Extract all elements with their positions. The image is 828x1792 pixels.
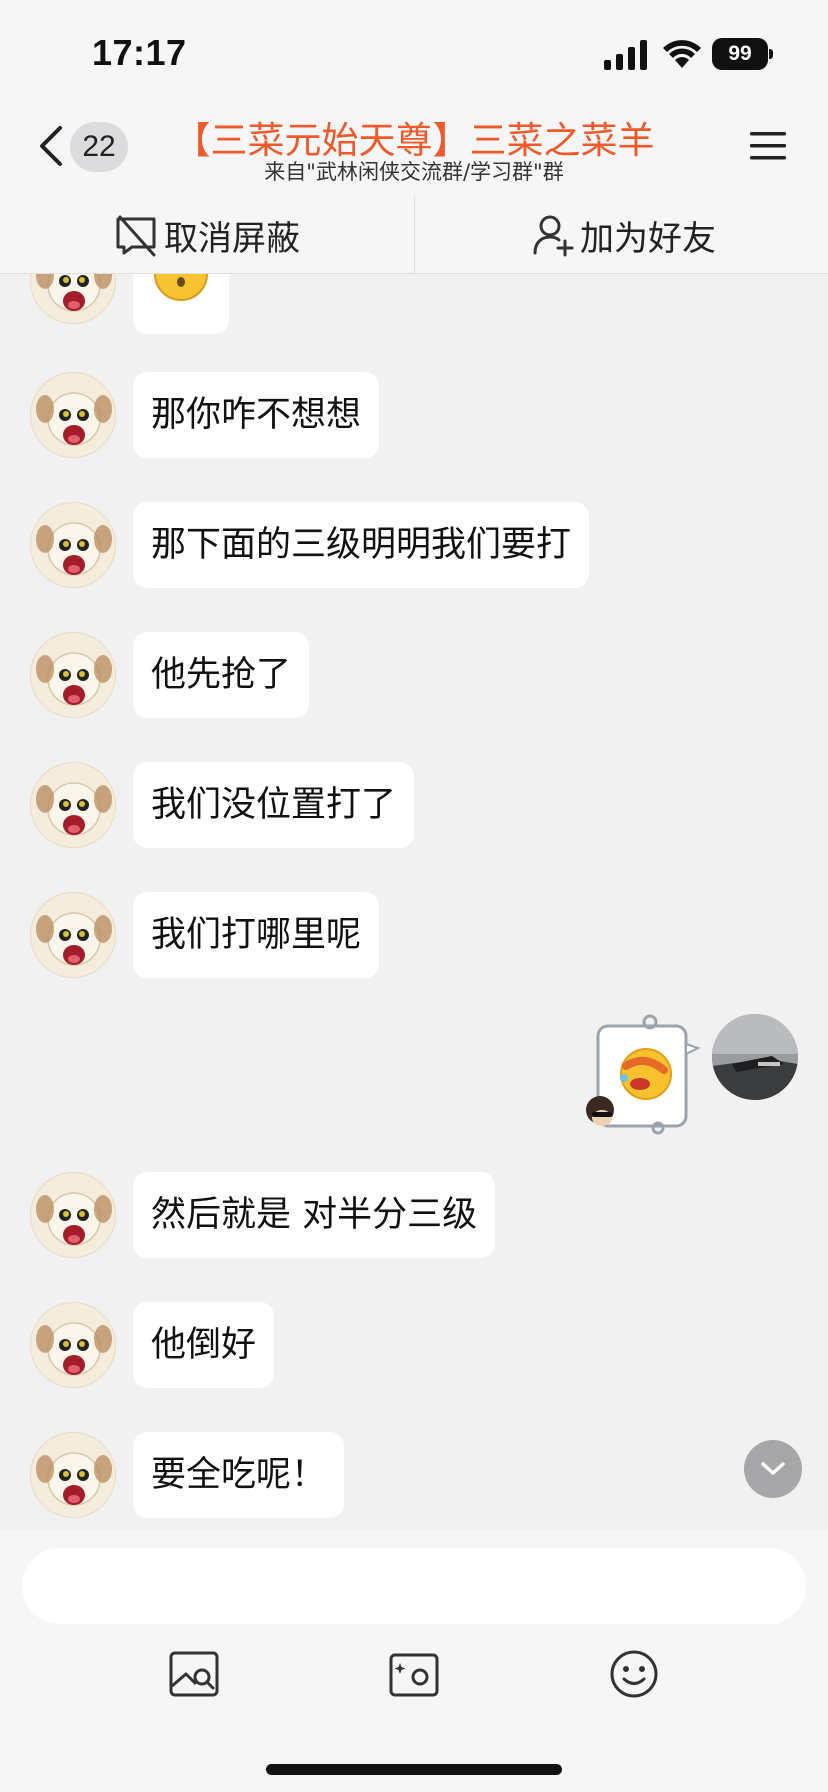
add-friend-icon [533,215,574,257]
landscape-avatar-icon [712,1014,798,1100]
avatar[interactable] [30,632,116,718]
sheep-avatar-icon [31,893,115,977]
message-bubble[interactable]: 那下面的三级明明我们要打 [133,502,590,588]
battery-level: 99 [712,38,768,70]
avatar[interactable] [30,1302,116,1388]
message-bubble[interactable]: 他倒好 [133,1302,275,1388]
avatar[interactable] [30,762,116,848]
composer [0,1530,828,1792]
message-bubble[interactable]: 我们没位置打了 [133,762,415,848]
home-indicator[interactable] [266,1764,562,1775]
status-time: 17:17 [92,32,187,73]
unblock-button[interactable]: 取消屏蔽 [114,196,300,274]
emoji-icon[interactable] [606,1646,662,1702]
add-friend-label: 加为好友 [580,218,716,259]
wifi-icon [663,40,701,68]
chat-header: 22 【三菜元始天尊】三菜之菜羊 来自"武林闲侠交流群/学习群"群 [0,100,828,196]
message-bubble[interactable]: 那你咋不想想 [133,372,380,458]
sheep-avatar-icon [31,1173,115,1257]
signal-icon [604,40,647,70]
sheep-avatar-icon [31,503,115,587]
sheep-avatar-icon [31,1433,115,1517]
sheep-avatar-icon [31,274,115,323]
camera-icon[interactable] [386,1646,442,1702]
chevron-down-icon [761,1462,785,1498]
message-bubble[interactable]: 他先抢了 [133,632,310,718]
sheep-avatar-icon [31,1303,115,1387]
battery-icon: 99 [712,38,774,70]
message-bubble[interactable]: 要全吃呢！ [133,1432,345,1518]
sheep-avatar-icon [31,763,115,847]
sheep-avatar-icon [31,373,115,457]
message-bubble[interactable]: 我们打哪里呢 [133,892,380,978]
message-input[interactable] [22,1548,806,1624]
image-icon[interactable] [166,1646,222,1702]
chat-screen: 17:17 99 22 【三菜元始天尊】三菜之菜羊 来自"武林闲侠交流群/学习群… [0,0,828,1792]
avatar[interactable] [30,274,116,324]
avatar[interactable] [30,892,116,978]
message-list[interactable]: 那你咋不想想 那下面的三级明明我们要打 他先抢了 我们没位置打了 我们打哪里呢 … [0,274,828,1530]
menu-icon[interactable] [748,128,788,164]
avatar[interactable] [30,1172,116,1258]
sticker-bubble[interactable] [578,1014,708,1144]
message-bubble[interactable]: 然后就是 对半分三级 [133,1172,496,1258]
sticker-face-icon [154,274,208,301]
unread-count-badge[interactable]: 22 [70,122,128,172]
chat-subtitle: 来自"武林闲侠交流群/学习群"群 [264,160,564,184]
avatar[interactable] [30,502,116,588]
avatar[interactable] [30,1432,116,1518]
status-bar: 17:17 99 [0,0,828,100]
divider [414,196,415,274]
unblock-icon [116,215,156,257]
self-avatar[interactable] [712,1014,798,1100]
avatar[interactable] [30,372,116,458]
add-friend-button[interactable]: 加为好友 [532,196,716,274]
sticker-bubble[interactable] [133,274,229,334]
unblock-label: 取消屏蔽 [164,218,300,259]
back-icon[interactable] [38,124,64,168]
scroll-to-bottom-button[interactable] [744,1440,802,1498]
action-bar: 取消屏蔽 加为好友 [0,196,828,274]
message-row-self [0,1014,828,1154]
sheep-avatar-icon [31,633,115,717]
